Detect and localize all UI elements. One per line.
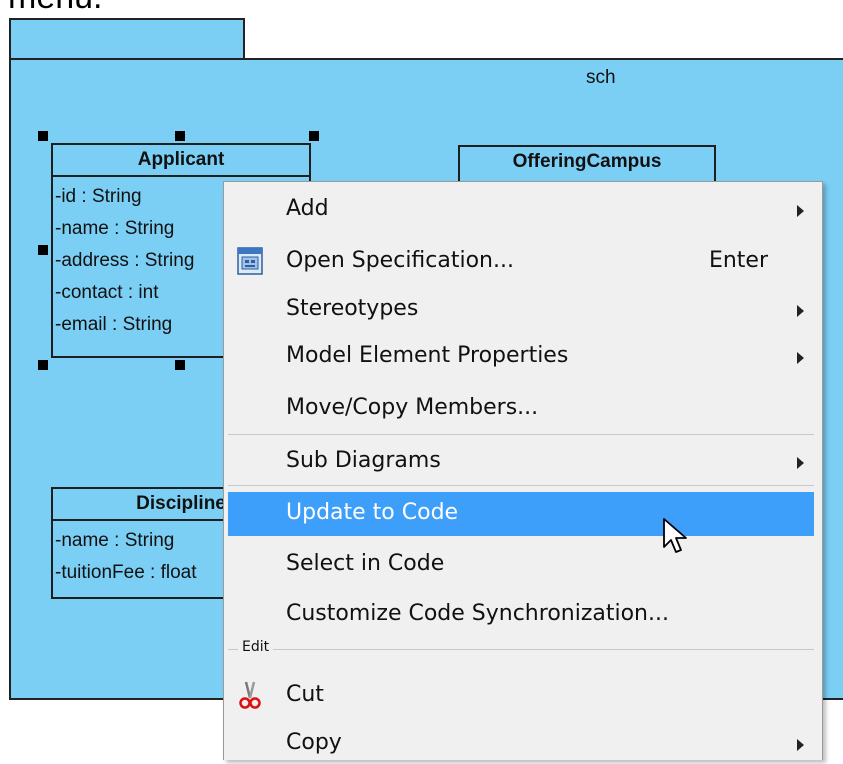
scissors-icon (239, 681, 261, 709)
resize-handle[interactable] (175, 360, 185, 370)
menu-item-open-specification[interactable]: Open Specification... Enter (228, 242, 814, 282)
menu-item-stereotypes[interactable]: Stereotypes (228, 290, 814, 330)
mouse-pointer-icon (663, 518, 687, 553)
menu-item-label: Cut (286, 682, 324, 707)
resize-handle[interactable] (38, 360, 48, 370)
menu-separator (228, 485, 814, 486)
menu-item-update-to-code[interactable]: Update to Code (228, 492, 814, 536)
menu-item-label: Copy (286, 730, 342, 755)
menu-item-sub-diagrams[interactable]: Sub Diagrams (228, 442, 814, 482)
menu-item-select-in-code[interactable]: Select in Code (228, 545, 814, 585)
menu-item-label: Select in Code (286, 551, 445, 576)
menu-item-cut[interactable]: Cut (228, 676, 814, 716)
resize-handle[interactable] (38, 131, 48, 141)
menu-item-label: Customize Code Synchronization... (286, 601, 669, 626)
menu-item-label: Add (286, 196, 329, 221)
menu-item-label: Update to Code (286, 500, 459, 525)
caption-text: menu. (8, 0, 103, 17)
package-name: sch (586, 67, 616, 88)
context-menu[interactable]: Add Open Specification... Enter Stereoty… (223, 181, 823, 760)
menu-item-label: Move/Copy Members... (286, 395, 539, 420)
menu-item-shortcut: Enter (708, 248, 768, 273)
specification-icon (237, 247, 263, 275)
menu-separator (228, 649, 814, 650)
resize-handle[interactable] (309, 131, 319, 141)
resize-handle[interactable] (175, 131, 185, 141)
menu-item-label: Stereotypes (286, 296, 419, 321)
submenu-arrow-icon (797, 739, 804, 751)
menu-item-label: Open Specification... (286, 248, 514, 273)
menu-group-label: Edit (238, 639, 274, 655)
menu-item-copy[interactable]: Copy (228, 724, 814, 764)
menu-item-model-element-properties[interactable]: Model Element Properties (228, 337, 814, 377)
class-name: OfferingCampus (512, 151, 662, 172)
class-name: Applicant (53, 145, 309, 177)
class-offering-campus[interactable]: OfferingCampus (458, 145, 716, 185)
menu-item-label: Model Element Properties (286, 343, 569, 368)
submenu-arrow-icon (797, 352, 804, 364)
submenu-arrow-icon (797, 305, 804, 317)
resize-handle[interactable] (38, 245, 48, 255)
menu-item-move-copy-members[interactable]: Move/Copy Members... (228, 389, 814, 429)
submenu-arrow-icon (797, 457, 804, 469)
package-tab[interactable] (9, 18, 245, 58)
submenu-arrow-icon (797, 205, 804, 217)
menu-item-label: Sub Diagrams (286, 448, 441, 473)
menu-item-add[interactable]: Add (228, 190, 814, 230)
menu-separator (228, 434, 814, 435)
menu-item-customize-code-synchronization[interactable]: Customize Code Synchronization... (228, 595, 814, 635)
